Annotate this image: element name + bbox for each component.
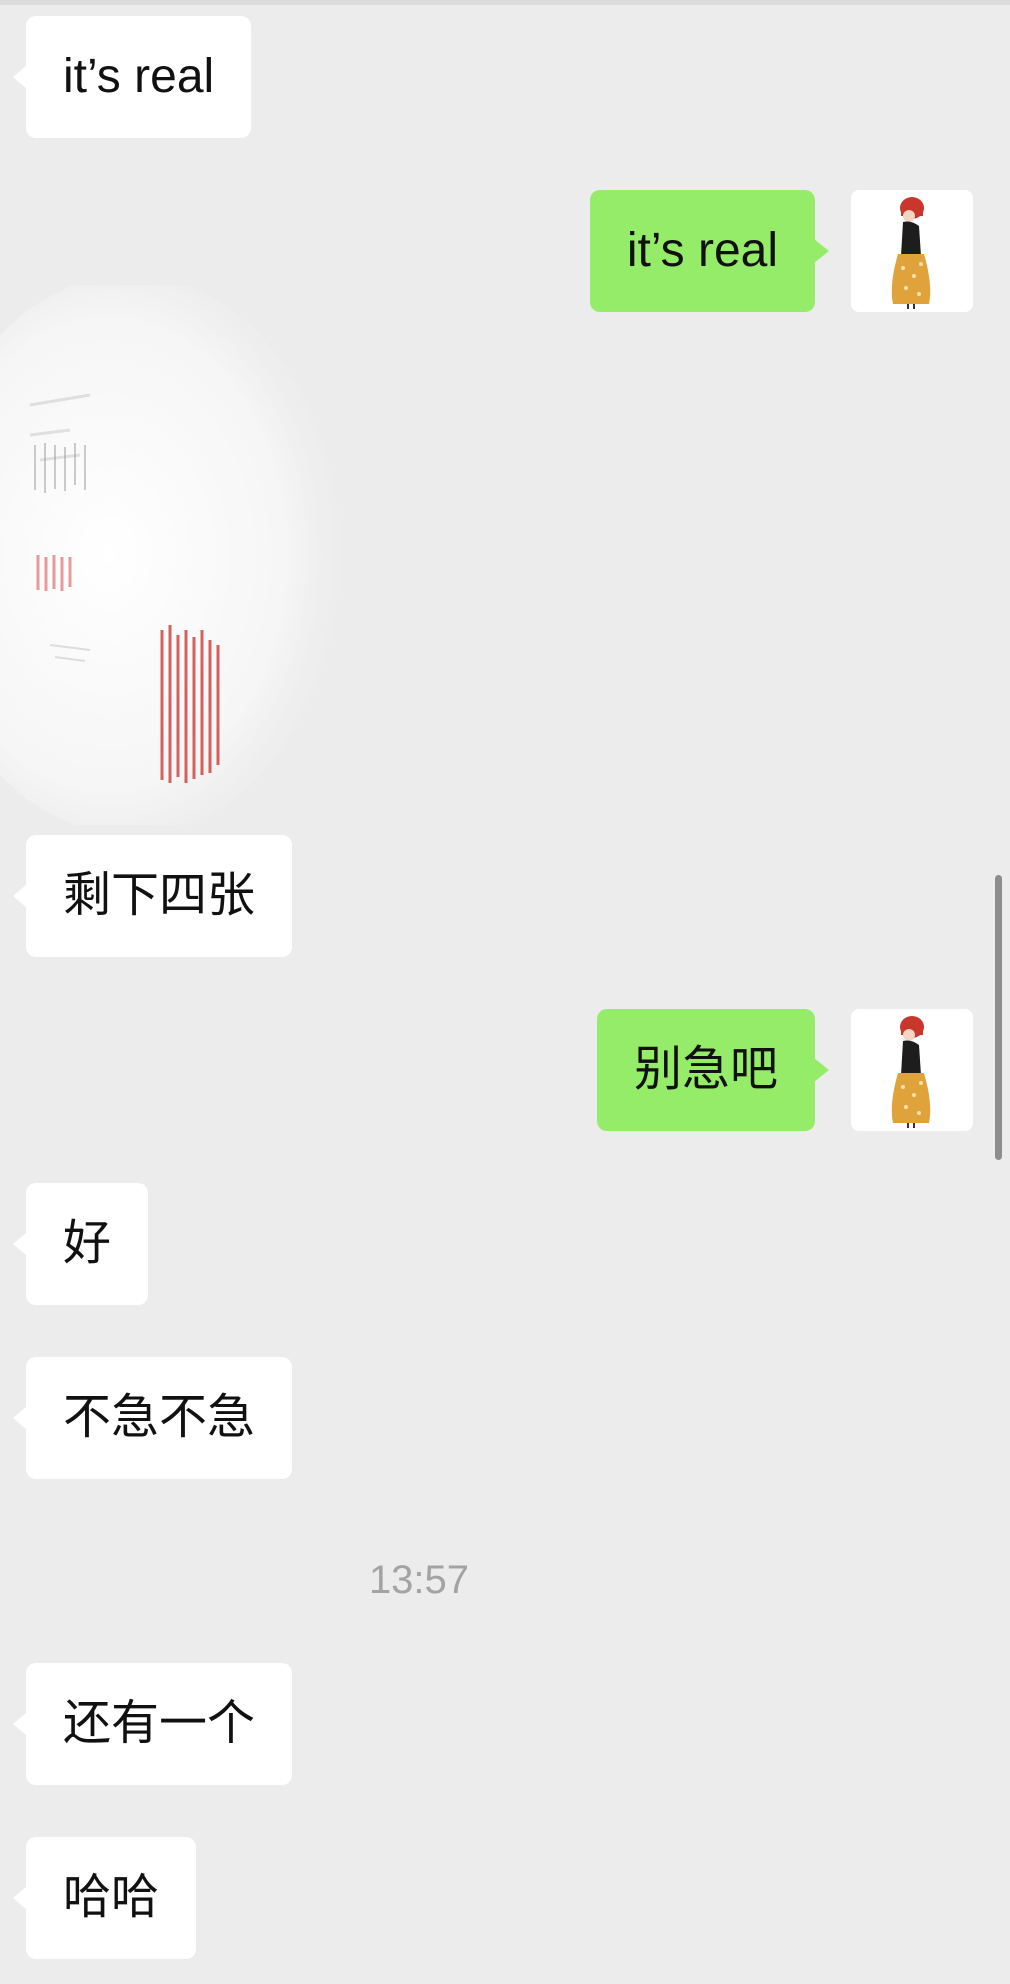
message-bubble-incoming[interactable]: 不急不急	[12, 1357, 293, 1479]
message-bubble-outgoing[interactable]: 别急吧	[596, 1009, 830, 1131]
sketch-image	[0, 275, 340, 835]
girl-red-hat-avatar-icon	[891, 197, 931, 309]
message-bubble-incoming[interactable]: 还有一个	[12, 1663, 293, 1785]
user-avatar[interactable]	[851, 190, 973, 312]
message-bubble-incoming[interactable]: 哈哈	[12, 1837, 197, 1959]
user-avatar[interactable]	[851, 1009, 973, 1131]
message-bubble-incoming[interactable]: 剩下四张	[12, 835, 293, 957]
message-timestamp: 13:57	[368, 1558, 470, 1602]
image-message[interactable]	[0, 275, 360, 835]
girl-red-hat-avatar-icon	[891, 1016, 931, 1128]
message-bubble-incoming[interactable]: 好	[12, 1183, 149, 1305]
scrollbar[interactable]	[995, 875, 1002, 1160]
message-bubble-outgoing[interactable]: it’s real	[589, 190, 830, 312]
chat-message-list[interactable]: it’s real it’s real 剩下四张 别急吧 好 不急不急 13:5…	[0, 0, 1010, 1984]
message-bubble-incoming[interactable]: it’s real	[12, 16, 252, 138]
